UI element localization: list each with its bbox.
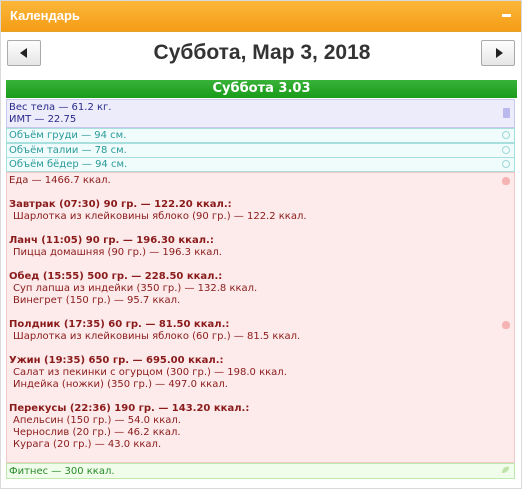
food-total: Еда — 1466.7 ккал. (9, 175, 111, 186)
leaf-icon (502, 466, 509, 473)
tape-icon (502, 146, 510, 154)
meal-item: Индейка (ножки) (350 гр.) — 497.0 ккал. (13, 379, 228, 390)
collapse-icon[interactable] (498, 6, 515, 23)
meal-snacks[interactable]: Перекусы (22:36) 190 гр. — 143.20 ккал.:… (9, 403, 514, 451)
tape-icon (502, 160, 510, 168)
meal-item: Курага (20 гр.) — 43.0 ккал. (13, 439, 162, 450)
date-title: Суббота, Мар 3, 2018 (153, 41, 371, 64)
panel-title: Календарь (10, 8, 80, 23)
meal-item: Апельсин (150 гр.) — 54.0 ккал. (13, 415, 181, 426)
bmi-value: ИМТ — 22.75 (9, 114, 77, 125)
measurement-text: Объём груди — 94 см. (9, 130, 127, 141)
meal-snack[interactable]: Полдник (17:35) 60 гр. — 81.50 ккал.: Ша… (9, 319, 514, 343)
meal-header: Ужин (19:35) 650 гр. — 695.00 ккал.: (9, 355, 224, 366)
measurement-entry-hips[interactable]: Объём бёдер — 94 см. (6, 157, 515, 172)
meal-supper[interactable]: Ужин (19:35) 650 гр. — 695.00 ккал.: Сал… (9, 355, 514, 391)
meal-breakfast[interactable]: Завтрак (07:30) 90 гр. — 122.20 ккал.: Ш… (9, 199, 514, 223)
apple-icon (502, 177, 510, 185)
meal-lunch[interactable]: Ланч (11:05) 90 гр. — 196.30 ккал.: Пицц… (9, 235, 514, 259)
scale-icon (503, 108, 510, 118)
next-day-button[interactable] (481, 40, 515, 66)
meal-item: Шарлотка из клейковины яблоко (90 гр.) —… (13, 211, 307, 222)
tape-icon (502, 131, 510, 139)
measurement-text: Объём бёдер — 94 см. (9, 159, 128, 170)
apple-icon (502, 321, 510, 329)
meal-dinner[interactable]: Обед (15:55) 500 гр. — 228.50 ккал.: Суп… (9, 271, 514, 307)
meal-item: Салат из пекинки с огурцом (300 гр.) — 1… (13, 367, 287, 378)
day-header: Суббота 3.03 (6, 80, 517, 98)
weight-entry[interactable]: Вес тела — 61.2 кг. ИМТ — 22.75 (6, 99, 515, 128)
fitness-entry[interactable]: Фитнес — 300 ккал. (6, 463, 515, 479)
meal-header: Завтрак (07:30) 90 гр. — 122.20 ккал.: (9, 199, 232, 210)
meal-item: Чернослив (20 гр.) — 46.2 ккал. (13, 427, 181, 438)
meal-item: Винегрет (150 гр.) — 95.7 ккал. (13, 295, 181, 306)
meal-header: Полдник (17:35) 60 гр. — 81.50 ккал.: (9, 319, 230, 330)
calendar-panel: Календарь Суббота, Мар 3, 2018 Суббота 3… (0, 0, 522, 489)
meal-header: Ланч (11:05) 90 гр. — 196.30 ккал.: (9, 235, 214, 246)
measurement-entry-chest[interactable]: Объём груди — 94 см. (6, 128, 515, 143)
measurement-text: Объём талии — 78 см. (9, 145, 127, 156)
meal-item: Пицца домашняя (90 гр.) — 196.3 ккал. (13, 247, 222, 258)
arrow-right-icon (496, 48, 503, 58)
meal-header: Обед (15:55) 500 гр. — 228.50 ккал.: (9, 271, 223, 282)
meal-item: Шарлотка из клейковины яблоко (60 гр.) —… (13, 331, 301, 342)
meal-item: Суп лапша из индейки (350 гр.) — 132.8 к… (13, 283, 258, 294)
fitness-text: Фитнес — 300 ккал. (9, 466, 115, 477)
meal-header: Перекусы (22:36) 190 гр. — 143.20 ккал.: (9, 403, 250, 414)
panel-titlebar: Календарь (1, 1, 521, 32)
weight-value: Вес тела — 61.2 кг. (9, 102, 112, 113)
food-entry[interactable]: Еда — 1466.7 ккал. Завтрак (07:30) 90 гр… (6, 172, 515, 463)
measurement-entry-waist[interactable]: Объём талии — 78 см. (6, 143, 515, 158)
